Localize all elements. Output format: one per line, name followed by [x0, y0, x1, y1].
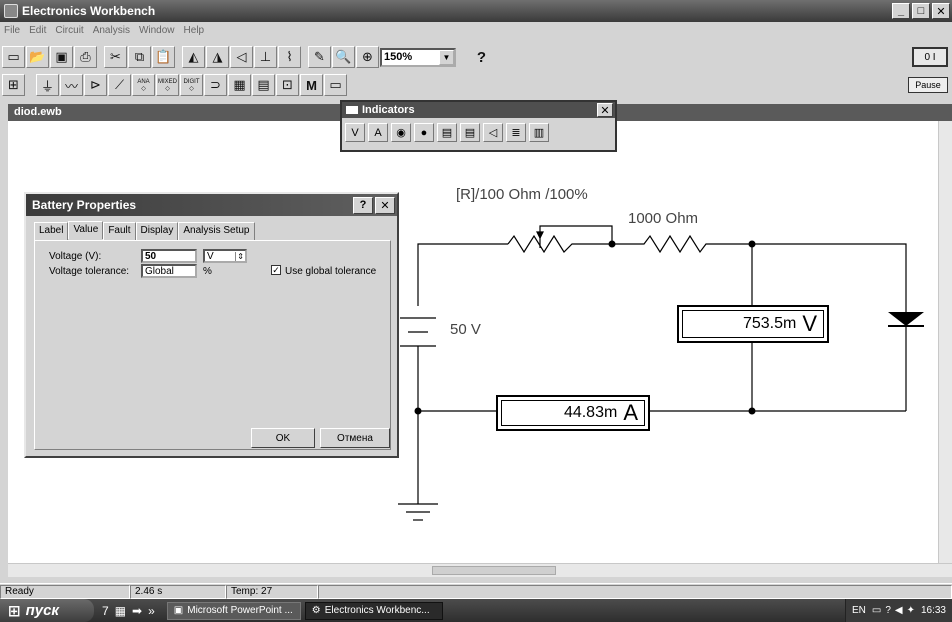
junction-1	[608, 240, 616, 248]
help-tray-icon[interactable]: ?	[885, 605, 891, 616]
voltmeter[interactable]: 753.5m V	[677, 305, 829, 343]
voltage-label: Voltage (V):	[49, 251, 102, 262]
status-temp: Temp: 27	[226, 584, 318, 599]
status-empty	[318, 584, 952, 599]
arrow-tray-icon[interactable]: ◀	[895, 605, 903, 616]
pot-wiper	[539, 225, 613, 248]
diode-triangle	[888, 312, 924, 326]
bargraph-display-icon[interactable]: ▥	[529, 123, 549, 142]
tab-value[interactable]: Value	[68, 221, 104, 239]
junction-2	[748, 240, 756, 248]
wire-top-left	[417, 243, 508, 306]
tab-label[interactable]: Label	[34, 222, 69, 240]
resistor-1000	[612, 234, 752, 254]
quick-launch-icon-1[interactable]: 7	[102, 604, 109, 618]
global-tolerance-checkbox[interactable]: ✓	[271, 265, 281, 275]
dialog-help-button[interactable]: ?	[353, 196, 373, 214]
clock: 16:33	[920, 605, 946, 616]
ok-button[interactable]: OK	[251, 428, 315, 448]
voltmeter-value: 753.5m	[742, 315, 797, 332]
pot-label: [R]/100 Ohm /100%	[456, 186, 588, 203]
spinner-icon[interactable]: ⇕	[235, 251, 245, 261]
task-powerpoint[interactable]: ▣ Microsoft PowerPoint ...	[166, 601, 301, 620]
voltage-input[interactable]: 50	[141, 249, 197, 263]
ammeter-value: 44.83m	[563, 404, 618, 421]
probe-icon[interactable]: ●	[414, 123, 434, 142]
pot-arrow	[536, 231, 544, 240]
ammeter[interactable]: 44.83m A	[496, 395, 650, 431]
powerpoint-icon: ▣	[173, 605, 184, 616]
status-time: 2.46 s	[130, 584, 226, 599]
tolerance-unit: %	[203, 266, 212, 277]
bulb-icon[interactable]: ◉	[391, 123, 411, 142]
indicators-title: Indicators	[362, 104, 415, 116]
tab-display[interactable]: Display	[135, 222, 179, 240]
taskbar: ⊞ пуск 7 ▦ ➡ » ▣ Microsoft PowerPoint ..…	[0, 599, 952, 622]
quick-launch-icon-2[interactable]: ▦	[115, 604, 126, 618]
tab-analysis-setup[interactable]: Analysis Setup	[178, 222, 255, 240]
ammeter-unit: A	[623, 400, 638, 425]
dialog-title-bar: Battery Properties ? ✕	[26, 194, 397, 216]
start-label: пуск	[25, 602, 60, 619]
tolerance-input[interactable]: Global	[141, 264, 197, 278]
battery-label: 50 V	[450, 321, 481, 338]
hex-display-icon[interactable]: ▤	[437, 123, 457, 142]
resistor-label: 1000 Ohm	[628, 210, 699, 227]
status-bar: Ready 2.46 s Temp: 27	[0, 583, 952, 599]
task-electronics-workbench[interactable]: ⚙ Electronics Workbenc...	[304, 601, 443, 620]
junction-3	[414, 407, 422, 415]
voltage-unit-select[interactable]: V ⇕	[203, 249, 247, 263]
voltmeter-tool[interactable]: V	[345, 123, 365, 142]
windows-logo-icon: ⊞	[8, 602, 21, 620]
tolerance-label: Voltage tolerance:	[49, 266, 130, 277]
indicators-toolbar: Indicators ✕ V A ◉ ● ▤ ▤ ◁ ≣ ▥	[340, 100, 617, 152]
tab-fault[interactable]: Fault	[103, 222, 136, 240]
battery-properties-dialog: Battery Properties ? ✕ Label Value Fault…	[24, 192, 399, 458]
indicators-close-button[interactable]: ✕	[597, 103, 613, 117]
indicators-title-bar: Indicators ✕	[342, 102, 615, 118]
keyboard-icon[interactable]: ▭	[872, 605, 881, 616]
junction-4	[748, 407, 756, 415]
task-ewb-label: Electronics Workbenc...	[324, 605, 430, 616]
window-icon	[346, 106, 358, 114]
voltage-unit: V	[207, 250, 214, 262]
dialog-close-button[interactable]: ✕	[375, 196, 395, 214]
value-tab-pane: Voltage (V): 50 V ⇕ Voltage tolerance: G…	[34, 240, 391, 450]
network-icon[interactable]: ✦	[907, 605, 915, 616]
dialog-title: Battery Properties	[32, 198, 137, 212]
voltmeter-unit: V	[802, 311, 817, 336]
ewb-icon: ⚙	[311, 605, 321, 616]
wire-top-right	[752, 243, 907, 312]
buzzer-icon[interactable]: ◁	[483, 123, 503, 142]
ammeter-tool[interactable]: A	[368, 123, 388, 142]
seven-segment-icon[interactable]: ▤	[460, 123, 480, 142]
task-powerpoint-label: Microsoft PowerPoint ...	[187, 605, 293, 616]
cancel-button[interactable]: Отмена	[320, 428, 390, 448]
system-tray: EN ▭ ? ◀ ✦ 16:33	[844, 599, 952, 622]
quick-launch: 7 ▦ ➡ »	[94, 604, 163, 618]
language-indicator[interactable]: EN	[852, 605, 866, 616]
potentiometer	[507, 234, 612, 254]
bargraph-icon[interactable]: ≣	[506, 123, 526, 142]
global-tolerance-label: Use global tolerance	[285, 266, 377, 277]
quick-launch-icon-3[interactable]: ➡	[132, 604, 142, 618]
chevron-right-icon[interactable]: »	[148, 604, 155, 618]
start-button[interactable]: ⊞ пуск	[0, 599, 94, 622]
dialog-tabs: Label Value Fault Display Analysis Setup	[34, 221, 255, 240]
status-state: Ready	[0, 584, 130, 599]
